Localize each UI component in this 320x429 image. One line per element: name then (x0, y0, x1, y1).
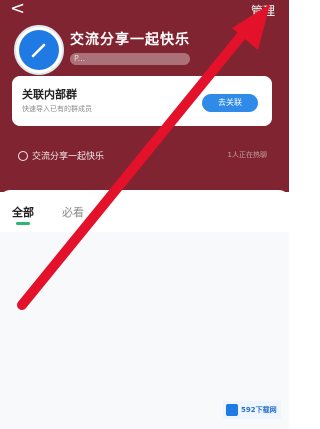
back-button[interactable]: < (10, 0, 32, 18)
manage-button[interactable]: 管理 (251, 2, 275, 19)
go-link-button[interactable]: 去关联 (202, 94, 258, 112)
watermark-text: 592下载网 (241, 406, 277, 414)
site-watermark: 592下载网 (223, 401, 281, 419)
link-internal-group-card[interactable]: 关联内部群 快速导入已有的群成员 去关联 (12, 76, 272, 126)
topic-label: 交流分享一起快乐 (32, 152, 105, 162)
tab-all[interactable]: 全部 (12, 204, 34, 220)
group-title: 交流分享一起快乐 (70, 32, 190, 48)
link-card-title: 关联内部群 (22, 88, 77, 101)
pencil-icon (19, 30, 59, 70)
content-panel: 全部 必看 (0, 190, 289, 429)
group-avatar[interactable] (14, 25, 64, 75)
group-subtitle: P... (70, 53, 190, 65)
tab-must-see[interactable]: 必看 (62, 204, 84, 220)
active-chat-status: 1人正在热聊 (227, 151, 267, 159)
active-tab-indicator (16, 222, 30, 225)
topic-row[interactable]: 交流分享一起快乐 (18, 149, 104, 162)
link-card-description: 快速导入已有的群成员 (22, 105, 92, 113)
site-logo-icon (226, 404, 238, 416)
chat-bubble-icon (18, 150, 28, 161)
group-header: < 管理 交流分享一起快乐 P... 关联内部群 快速导入已有的群成员 去关联 … (0, 0, 289, 192)
tab-bar: 全部 必看 (0, 190, 289, 230)
post-list (0, 232, 289, 429)
